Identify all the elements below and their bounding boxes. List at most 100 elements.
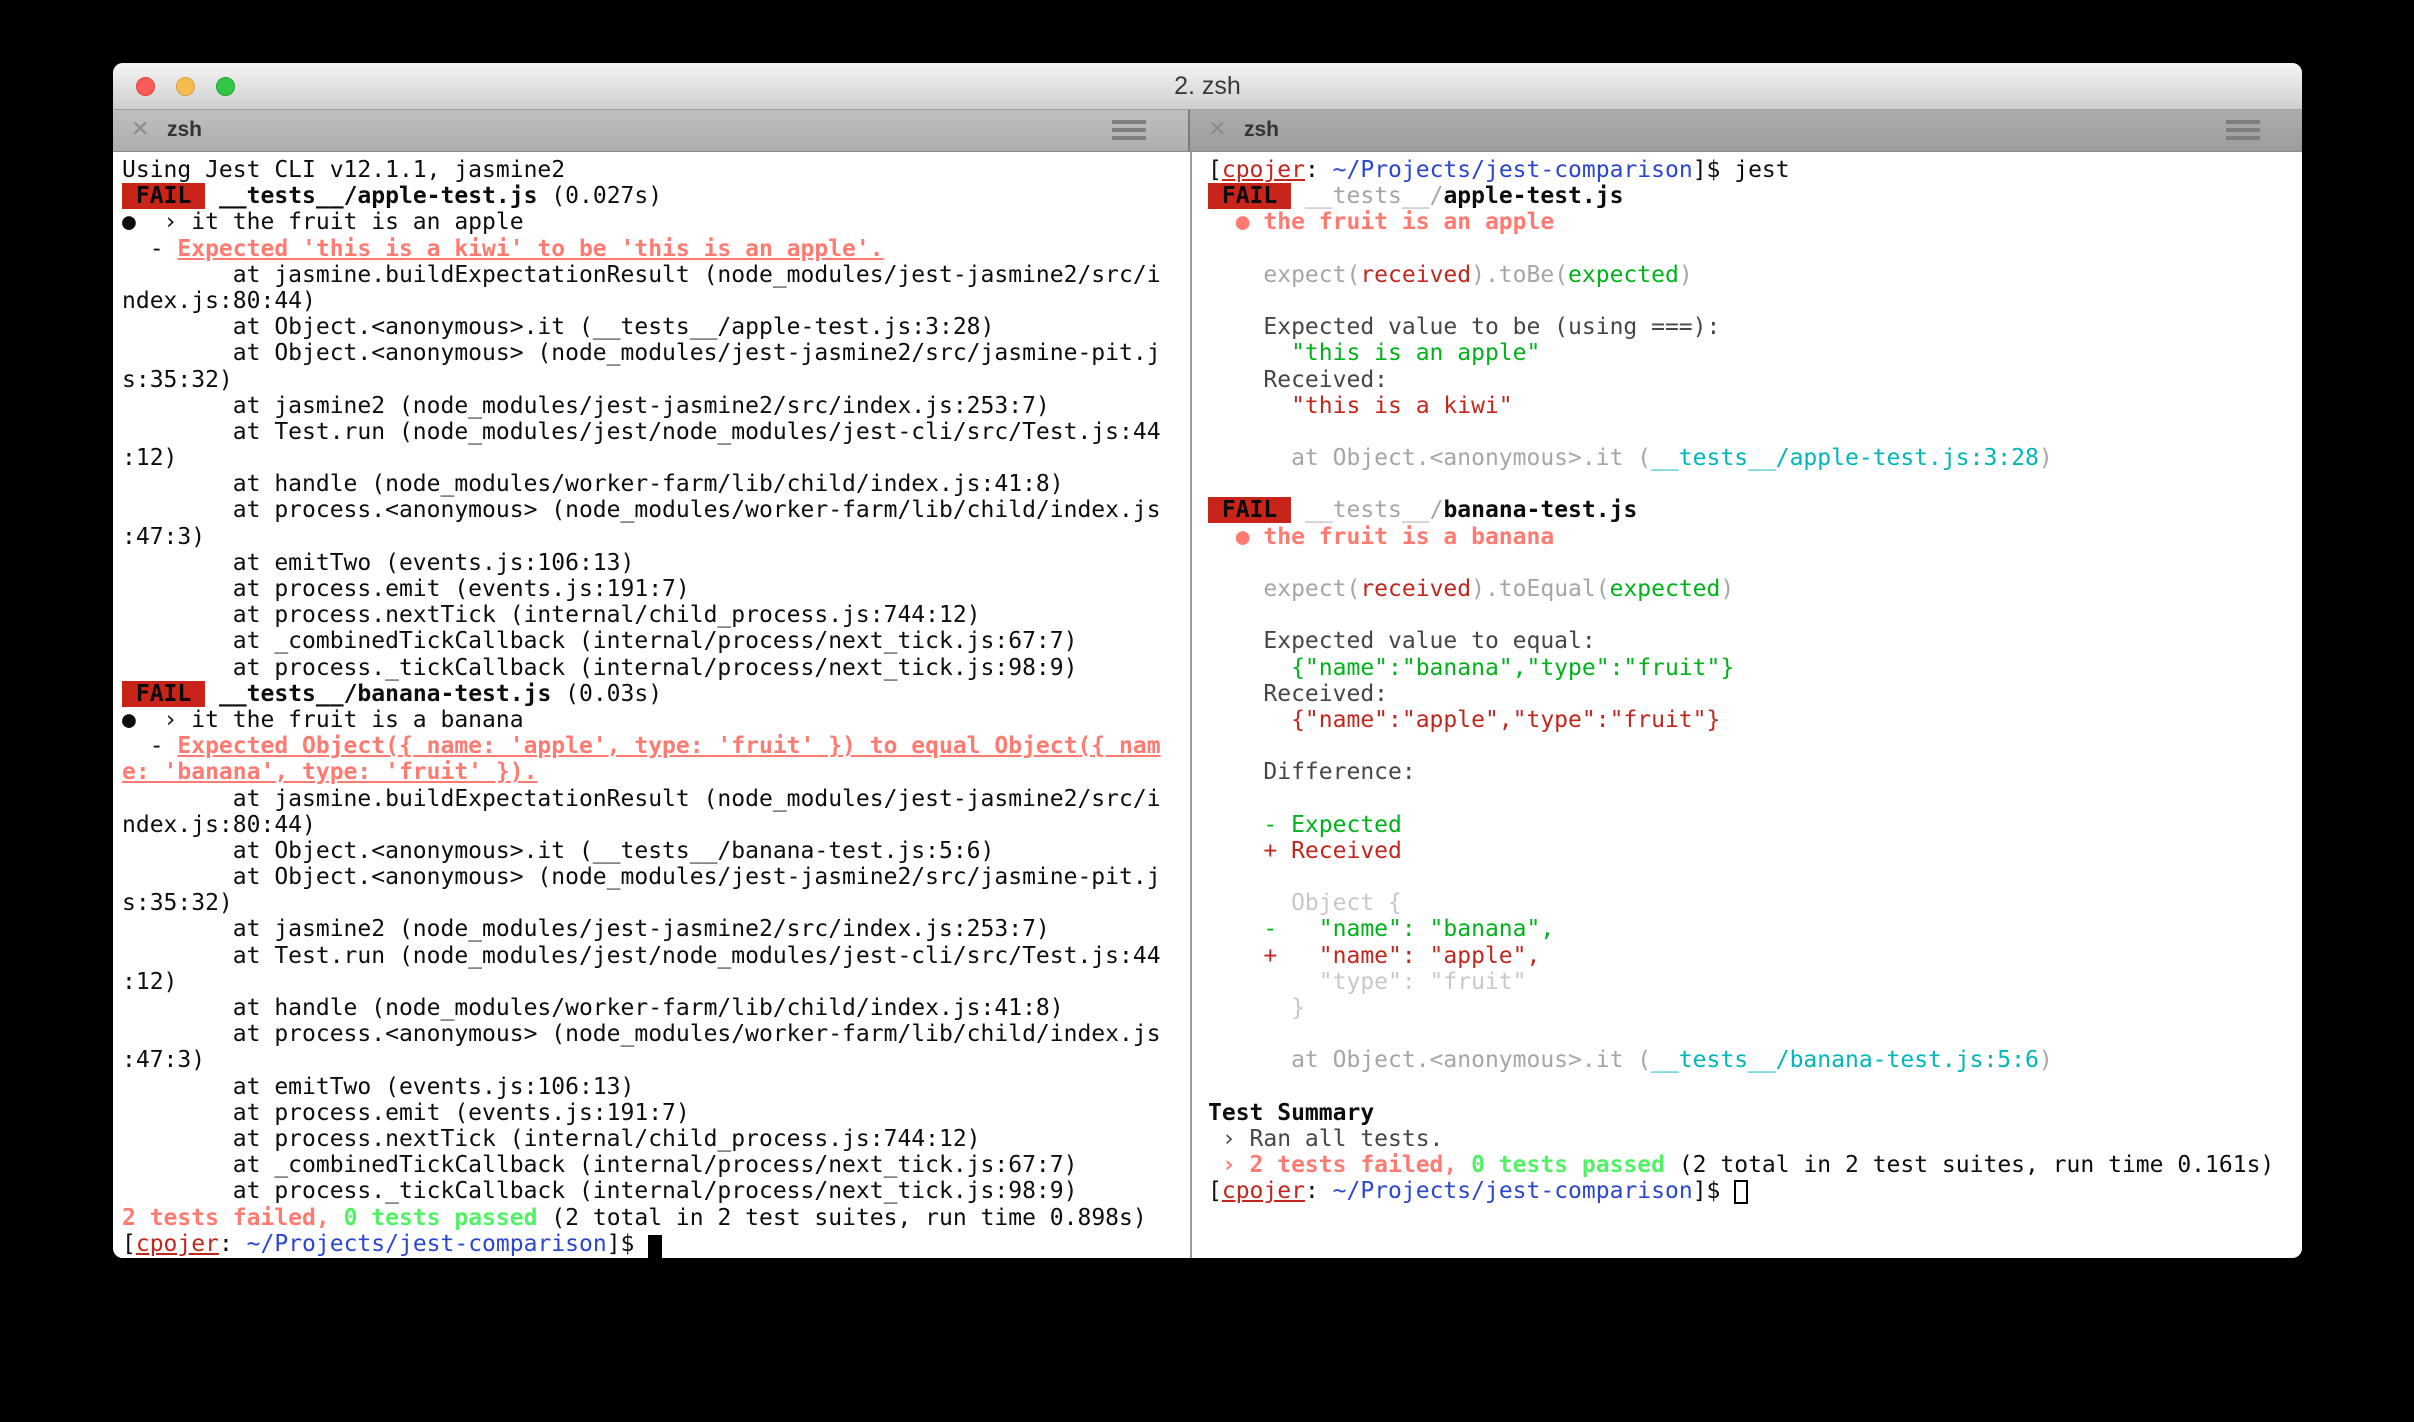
hamburger-menu-icon[interactable] [1112, 120, 1146, 142]
text-segment: at process._tickCallback (internal/proce… [122, 1178, 1078, 1205]
terminal-line: s:35:32) [122, 367, 1190, 393]
terminal-line: at _combinedTickCallback (internal/proce… [122, 1152, 1190, 1178]
text-segment: apple-test.js [1443, 183, 1624, 210]
text-segment: at process.<anonymous> (node_modules/wor… [122, 1021, 1161, 1048]
terminal-line: {"name":"banana","type":"fruit"} [1208, 655, 2302, 681]
terminal-line: :47:3) [122, 1047, 1190, 1073]
text-segment: at _combinedTickCallback (internal/proce… [122, 628, 1078, 655]
terminal-line: at Object.<anonymous>.it (__tests__/bana… [122, 838, 1190, 864]
text-segment: ndex.js:80:44) [122, 287, 316, 314]
terminal-line: at Test.run (node_modules/jest/node_modu… [122, 419, 1190, 445]
pane-titlebar-row: ✕ zsh ✕ zsh [113, 110, 2302, 152]
text-segment: Object { [1208, 890, 1402, 917]
window-titlebar[interactable]: 2. zsh [113, 63, 2302, 110]
text-segment: at Object.<anonymous>.it (__tests__/bana… [122, 837, 995, 864]
terminal-line: at process.emit (events.js:191:7) [122, 1100, 1190, 1126]
text-segment: received [1360, 261, 1472, 288]
terminal-line: Received: [1208, 681, 2302, 707]
terminal-line: expect(received).toBe(expected) [1208, 262, 2302, 288]
text-segment: at handle (node_modules/worker-farm/lib/… [122, 471, 1064, 498]
text-segment: at Test.run (node_modules/jest/node_modu… [122, 418, 1161, 445]
text-segment: at process._tickCallback (internal/proce… [122, 654, 1078, 681]
text-segment [1291, 183, 1305, 209]
terminal-line: ● the fruit is an apple [1208, 209, 2302, 235]
terminal-line: Expected value to equal: [1208, 628, 2302, 654]
text-segment: 2 tests failed, [122, 1204, 330, 1231]
terminal-line: FAIL __tests__/banana-test.js [1208, 497, 2302, 524]
text-segment: (0.027s) [537, 183, 663, 210]
terminal-line: 2 tests failed, 0 tests passed (2 total … [122, 1205, 1190, 1231]
text-segment: Difference: [1208, 759, 1416, 786]
text-segment: "type": "fruit" [1208, 968, 1527, 995]
terminal-line: at process.emit (events.js:191:7) [122, 576, 1190, 602]
terminal-line: {"name":"apple","type":"fruit"} [1208, 707, 2302, 733]
text-segment: expect( [1208, 261, 1361, 288]
text-segment [205, 681, 219, 707]
close-pane-icon[interactable]: ✕ [131, 117, 149, 142]
text-segment: (2 total in 2 test suites, run time 0.89… [537, 1204, 1147, 1231]
text-segment: expected [1568, 261, 1679, 288]
right-pane-title: zsh [1244, 118, 1280, 141]
left-pane-title: zsh [167, 118, 203, 141]
text-segment: - Expected [1208, 811, 1402, 838]
terminal-line: at jasmine.buildExpectationResult (node_… [122, 262, 1190, 288]
text-segment [1291, 497, 1305, 523]
text-segment: [ [1208, 157, 1222, 183]
right-terminal-pane[interactable]: [cpojer: ~/Projects/jest-comparison]$ je… [1192, 152, 2302, 1258]
text-segment: ]$ [606, 1230, 649, 1257]
desktop-background: 2. zsh ✕ zsh ✕ zsh Using Jest CLI v12.1.… [0, 0, 2414, 1422]
hamburger-menu-icon[interactable] [2226, 120, 2260, 142]
close-pane-icon[interactable]: ✕ [1208, 117, 1226, 142]
text-segment: :47:3) [122, 1047, 206, 1074]
left-terminal-pane[interactable]: Using Jest CLI v12.1.1, jasmine2 FAIL __… [113, 152, 1190, 1258]
terminal-line: Difference: [1208, 759, 2302, 785]
fail-badge: FAIL [1208, 497, 1292, 524]
terminal-line: at process.nextTick (internal/child_proc… [122, 1126, 1190, 1152]
text-segment: expected [1609, 576, 1721, 602]
text-segment: ● the fruit is an apple [1208, 209, 1555, 236]
text-segment: at Object.<anonymous>.it ( [1208, 1047, 1652, 1074]
text-segment: } [1208, 995, 1305, 1021]
terminal-line: at jasmine2 (node_modules/jest-jasmine2/… [122, 393, 1190, 419]
text-segment: (0.03s) [551, 680, 663, 707]
text-segment: + "name": "apple", [1208, 942, 1541, 969]
left-pane-titlebar[interactable]: ✕ zsh [113, 110, 1190, 151]
text-segment: at Test.run (node_modules/jest/node_modu… [122, 942, 1161, 969]
terminal-line: - Expected [1208, 812, 2302, 838]
text-segment: : [1304, 1178, 1333, 1205]
terminal-line: e: 'banana', type: 'fruit' }). [122, 759, 1190, 785]
text-segment: at emitTwo (events.js:106:13) [122, 549, 635, 576]
fail-badge: FAIL [122, 183, 206, 210]
text-segment: [ [1208, 1178, 1222, 1205]
terminal-line: FAIL __tests__/apple-test.js (0.027s) [122, 183, 1190, 210]
text-segment: ~/Projects/jest-comparison [1332, 1178, 1693, 1205]
text-segment: __tests__/banana-test.js:5:6 [1651, 1047, 2039, 1074]
text-segment: e: 'banana', type: 'fruit' }). [122, 759, 538, 786]
text-segment: ]$ jest [1692, 157, 1790, 183]
terminal-line: at emitTwo (events.js:106:13) [122, 1074, 1190, 1100]
text-segment: ).toEqual( [1471, 576, 1610, 602]
terminal-line: at jasmine2 (node_modules/jest-jasmine2/… [122, 916, 1190, 942]
terminal-line: Using Jest CLI v12.1.1, jasmine2 [122, 157, 1190, 183]
right-pane-titlebar[interactable]: ✕ zsh [1190, 110, 2302, 151]
terminal-line: at process.nextTick (internal/child_proc… [122, 602, 1190, 628]
terminal-line: › 2 tests failed, 0 tests passed (2 tota… [1208, 1152, 2302, 1178]
text-segment: cpojer [1221, 157, 1305, 183]
text-segment: ● › it the fruit is a banana [122, 706, 524, 733]
terminal-line: at process.<anonymous> (node_modules/wor… [122, 1021, 1190, 1047]
terminal-cursor [648, 1234, 663, 1258]
text-segment: ]$ [1692, 1178, 1735, 1205]
terminal-line: - Expected Object({ name: 'apple', type:… [122, 733, 1190, 759]
terminal-line: › Ran all tests. [1208, 1126, 2302, 1152]
text-segment: ndex.js:80:44) [122, 811, 316, 838]
terminal-line: [cpojer: ~/Projects/jest-comparison]$ [1208, 1178, 2302, 1205]
terminal-line: FAIL __tests__/apple-test.js [1208, 183, 2302, 210]
text-segment: ).toBe( [1471, 261, 1569, 288]
text-segment: s:35:32) [122, 366, 233, 393]
terminal-line: Expected value to be (using ===): [1208, 314, 2302, 340]
text-segment: ) [2038, 1047, 2053, 1074]
text-segment: at process.<anonymous> (node_modules/wor… [122, 497, 1161, 524]
